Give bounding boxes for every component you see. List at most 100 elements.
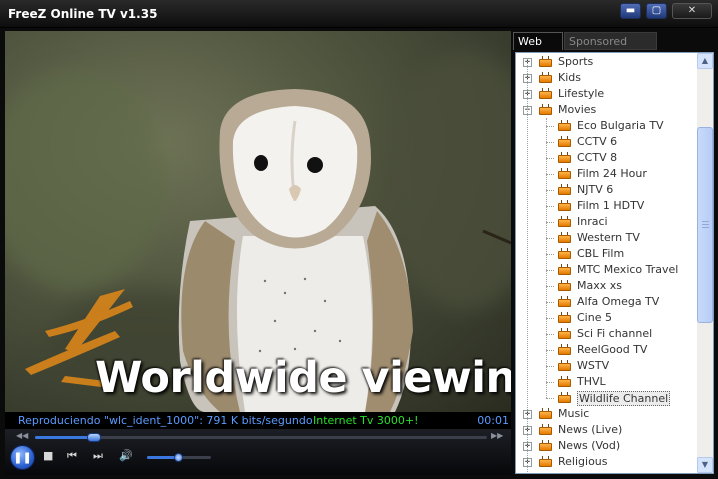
tree-category-label: Lifestyle — [558, 87, 605, 100]
tv-icon — [558, 344, 571, 355]
tree-channel-label: Film 1 HDTV — [577, 199, 645, 212]
tv-icon — [558, 264, 571, 275]
tree-category-label: News (Vod) — [558, 439, 621, 452]
tree-channel-western-tv[interactable]: Western TV — [516, 230, 696, 246]
tree-category-kids[interactable]: + Kids — [516, 70, 696, 86]
tree-category-label: Movies — [558, 103, 597, 116]
tv-icon — [558, 168, 571, 179]
tv-icon — [558, 232, 571, 243]
tv-icon — [558, 376, 571, 387]
scroll-thumb[interactable] — [697, 127, 713, 323]
stop-button[interactable]: ■ — [43, 449, 53, 462]
title-bar: FreeZ Online TV v1.35 ▬ ▢ ✕ — [0, 0, 718, 28]
tree-channel-cctv-6[interactable]: CCTV 6 — [516, 134, 696, 150]
tv-icon — [539, 104, 552, 115]
tree-channel-label: CCTV 6 — [577, 135, 618, 148]
channel-tree: + Sports + Kids + Lifestyle − Movies Eco Bulgari… — [515, 52, 714, 474]
tree-channel-label: Wildlife Channel — [577, 391, 671, 406]
tree-channel-mtc-mexico-travel[interactable]: MTC Mexico Travel — [516, 262, 696, 278]
tree-channel-reelgood-tv[interactable]: ReelGood TV — [516, 342, 696, 358]
tree-category-label: Music — [558, 407, 590, 420]
video-display[interactable]: Worldwide viewing — [5, 31, 511, 412]
pause-button[interactable]: ❚❚ — [10, 445, 35, 470]
playback-time: 00:01 — [477, 414, 509, 427]
tree-category-sports[interactable]: + Sports — [516, 54, 696, 70]
playback-status: Reproduciendo "wlc_ident_1000": 791 K bi… — [18, 414, 313, 427]
tv-icon — [539, 56, 552, 67]
tv-icon — [558, 392, 571, 403]
tree-channel-label: NJTV 6 — [577, 183, 614, 196]
tree-channel-film-24-hour[interactable]: Film 24 Hour — [516, 166, 696, 182]
player-controls: ◀◀ ▶▶ ❚❚ ■ ⏮ ⏭ 🔊 — [5, 429, 511, 475]
tree-category-label: Religious — [558, 455, 608, 468]
tree-channel-wildlife-channel[interactable]: Wildlife Channel — [516, 390, 696, 406]
next-button[interactable]: ⏭ — [93, 449, 103, 463]
tree-channel-wstv[interactable]: WSTV — [516, 358, 696, 374]
tab-sponsored-links[interactable]: Sponsored Links — [564, 32, 657, 65]
tree-channel-inraci[interactable]: Inraci — [516, 214, 696, 230]
tree-channel-label: Inraci — [577, 215, 608, 228]
maximize-button[interactable]: ▢ — [646, 3, 667, 19]
window-title: FreeZ Online TV v1.35 — [8, 7, 158, 21]
tree-channel-label: Western TV — [577, 231, 640, 244]
tree-category-music[interactable]: + Music — [516, 406, 696, 422]
tree-category-religious[interactable]: + Religious — [516, 454, 696, 470]
tree-channel-alfa-omega-tv[interactable]: Alfa Omega TV — [516, 294, 696, 310]
seek-bar[interactable] — [35, 433, 487, 442]
tv-icon — [539, 408, 552, 419]
minimize-button[interactable]: ▬ — [620, 3, 641, 19]
tree-channel-label: CBL Film — [577, 247, 625, 260]
tree-channel-cine-5[interactable]: Cine 5 — [516, 310, 696, 326]
tree-category-lifestyle[interactable]: + Lifestyle — [516, 86, 696, 102]
tree-channel-label: WSTV — [577, 359, 610, 372]
status-bar: Reproduciendo "wlc_ident_1000": 791 K bi… — [5, 412, 511, 429]
volume-slider[interactable] — [147, 453, 211, 462]
tree-channel-label: Eco Bulgaria TV — [577, 119, 664, 132]
scroll-up-button[interactable]: ▲ — [697, 53, 713, 69]
tree-category-label: News (Live) — [558, 423, 623, 436]
tree-channel-label: Cine 5 — [577, 311, 612, 324]
tree-category-news-live[interactable]: + News (Live) — [516, 422, 696, 438]
tv-icon — [539, 88, 552, 99]
tree-channel-cbl-film[interactable]: CBL Film — [516, 246, 696, 262]
tree-channel-cctv-8[interactable]: CCTV 8 — [516, 150, 696, 166]
tv-icon — [558, 280, 571, 291]
volume-icon[interactable]: 🔊 — [119, 449, 133, 462]
tree-channel-eco-bulgaria-tv[interactable]: Eco Bulgaria TV — [516, 118, 696, 134]
tv-icon — [539, 72, 552, 83]
tree-channel-label: MTC Mexico Travel — [577, 263, 679, 276]
tree-channel-label: Alfa Omega TV — [577, 295, 660, 308]
tree-channel-label: Maxx xs — [577, 279, 622, 292]
rewind-icon[interactable]: ◀◀ — [16, 431, 28, 440]
tree-category-label: Sports — [558, 55, 594, 68]
tree-category-movies[interactable]: − Movies — [516, 102, 696, 118]
tv-icon — [558, 312, 571, 323]
tree-category-news-vod[interactable]: + News (Vod) — [516, 438, 696, 454]
previous-button[interactable]: ⏮ — [67, 449, 77, 463]
tv-icon — [558, 120, 571, 131]
tv-icon — [558, 136, 571, 147]
tree-channel-sci-fi-channel[interactable]: Sci Fi channel — [516, 326, 696, 342]
tree-channel-label: CCTV 8 — [577, 151, 618, 164]
promo-text: Internet Tv 3000+! — [313, 414, 419, 427]
tv-icon — [558, 296, 571, 307]
tree-channel-label: Film 24 Hour — [577, 167, 647, 180]
seek-bar-fill — [35, 436, 94, 439]
tab-web-tv[interactable]: Web TV — [513, 32, 563, 65]
volume-thumb[interactable] — [174, 453, 183, 462]
tree-category-label: Kids — [558, 71, 581, 84]
forward-icon[interactable]: ▶▶ — [491, 431, 503, 440]
tv-icon — [558, 360, 571, 371]
tv-icon — [558, 200, 571, 211]
seek-thumb[interactable] — [86, 433, 101, 442]
tree-channel-maxx-xs[interactable]: Maxx xs — [516, 278, 696, 294]
tv-icon — [558, 248, 571, 259]
close-button[interactable]: ✕ — [672, 3, 712, 19]
tree-scrollbar[interactable]: ▲ ▼ — [697, 53, 713, 473]
tree-channel-njtv-6[interactable]: NJTV 6 — [516, 182, 696, 198]
tree-channel-thvl[interactable]: THVL — [516, 374, 696, 390]
tv-icon — [558, 216, 571, 227]
scroll-down-button[interactable]: ▼ — [697, 457, 713, 473]
tree-channel-film-1-hdtv[interactable]: Film 1 HDTV — [516, 198, 696, 214]
tv-icon — [539, 456, 552, 467]
